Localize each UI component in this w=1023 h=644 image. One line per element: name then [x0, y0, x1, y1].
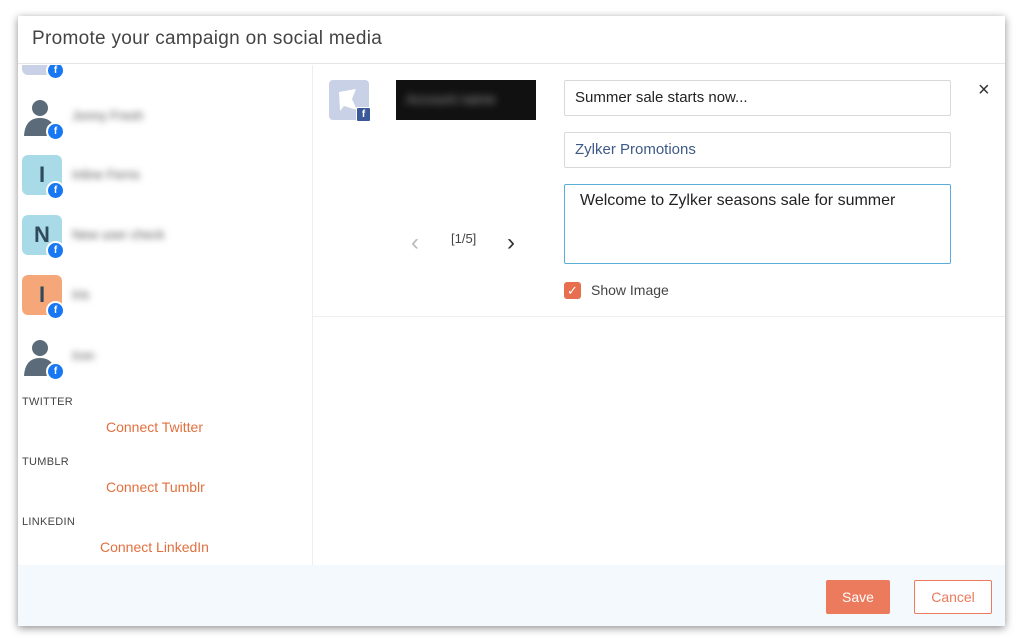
account-name: Jonny Fresh [72, 108, 144, 123]
promote-dialog: Promote your campaign on social media f … [18, 16, 1005, 626]
dialog-footer: Save Cancel [18, 565, 1005, 626]
show-image-label: Show Image [591, 282, 669, 298]
preview-text: Account name [406, 91, 496, 107]
account-item[interactable]: N f New user check [22, 215, 302, 260]
section-label-tumblr: TUMBLR [22, 456, 70, 468]
facebook-icon: f [46, 362, 65, 381]
account-name: Iron [72, 348, 95, 363]
section-label-twitter: TWITTER [22, 396, 73, 408]
facebook-icon: f [46, 122, 65, 141]
save-button[interactable]: Save [826, 580, 890, 614]
accounts-sidebar[interactable]: f f Jonny Fresh I f Inline Ferns N f New… [18, 65, 313, 565]
account-name: Iris [72, 287, 90, 302]
account-item[interactable]: I f Iris [22, 275, 302, 320]
section-label-linkedin: LINKEDIN [22, 516, 76, 528]
page-name-input[interactable]: Zylker Promotions [564, 132, 951, 168]
facebook-icon: f [46, 241, 65, 260]
connect-twitter-link[interactable]: Connect Twitter [106, 419, 203, 435]
connect-linkedin-link[interactable]: Connect LinkedIn [100, 539, 209, 555]
post-message-textarea[interactable]: Welcome to Zylker seasons sale for summe… [564, 184, 951, 264]
post-title-input[interactable]: Summer sale starts now... [564, 80, 951, 116]
post-editor: f Account name ‹ [1/5] › Summer sale sta… [313, 65, 1005, 317]
account-item[interactable]: f Jonny Fresh [22, 96, 302, 141]
account-item[interactable]: I f Inline Ferns [22, 155, 302, 200]
account-item[interactable]: f [22, 65, 302, 80]
dialog-title: Promote your campaign on social media [32, 28, 383, 49]
pager-count: [1/5] [451, 231, 477, 246]
cancel-button[interactable]: Cancel [914, 580, 992, 614]
connect-tumblr-link[interactable]: Connect Tumblr [106, 479, 205, 495]
facebook-icon: f [356, 107, 371, 122]
facebook-icon: f [46, 301, 65, 320]
prev-arrow-icon[interactable]: ‹ [411, 231, 419, 255]
page-avatar: f [329, 80, 371, 122]
account-name: New user check [72, 227, 165, 242]
facebook-icon: f [46, 65, 65, 80]
account-item[interactable]: f Iron [22, 336, 302, 381]
show-image-checkbox[interactable]: ✓ [564, 282, 581, 299]
account-name: Inline Ferns [72, 167, 140, 182]
dialog-header: Promote your campaign on social media [18, 16, 1005, 64]
next-arrow-icon[interactable]: › [507, 231, 515, 255]
facebook-icon: f [46, 181, 65, 200]
account-preview: Account name [396, 80, 536, 120]
close-icon[interactable]: × [978, 79, 990, 102]
